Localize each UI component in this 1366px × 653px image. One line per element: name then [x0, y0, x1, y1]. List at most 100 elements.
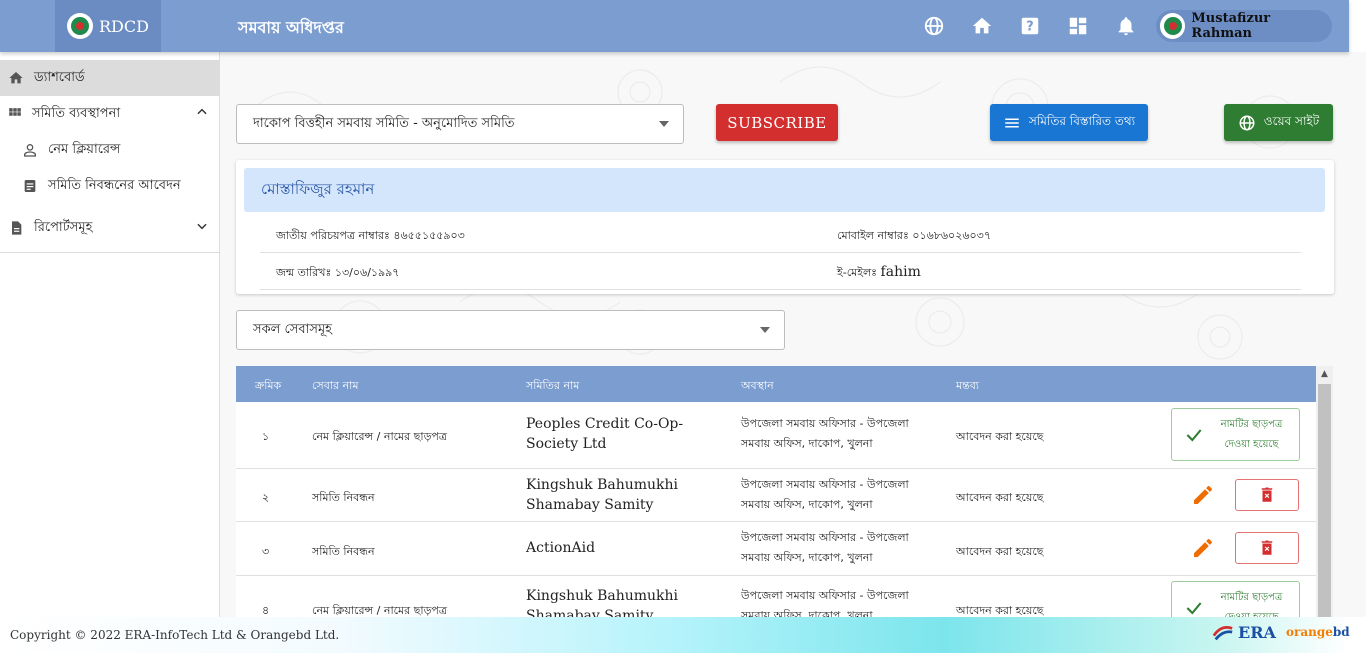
- row-location: উপজেলা সমবায় অফিসার - উপজেলা সমবায় অফি…: [741, 589, 909, 617]
- sidebar-item-name-clearance[interactable]: নেম ক্লিয়ারেন্স: [0, 132, 219, 168]
- row-society[interactable]: ActionAid: [526, 538, 696, 558]
- row-service: নেম ক্লিয়ারেন্স / নামের ছাড়পত্র: [312, 430, 447, 443]
- member-name: মোস্তাফিজুর রহমান: [244, 168, 1325, 212]
- society-select[interactable]: দাকোপ বিত্তহীন সমবায় সমিতি - অনুমোদিত স…: [236, 104, 684, 144]
- row-service: নেম ক্লিয়ারেন্স / নামের ছাড়পত্র: [312, 604, 447, 617]
- row-comment: আবেদন করা হয়েছে: [956, 430, 1044, 443]
- row-comment: আবেদন করা হয়েছে: [956, 545, 1044, 558]
- row-service: সমিতি নিবন্ধন: [312, 545, 375, 558]
- footer: Copyright © 2022 ERA-InfoTech Ltd & Oran…: [0, 617, 1350, 653]
- header-service: সেবার নাম: [312, 379, 359, 392]
- delete-button[interactable]: [1235, 532, 1299, 564]
- delete-icon: [1261, 540, 1273, 555]
- website-button[interactable]: ওয়েব সাইট: [1224, 104, 1333, 141]
- era-logo: ERA: [1212, 622, 1276, 642]
- subscribe-button[interactable]: SUBSCRIBE: [716, 104, 838, 141]
- society-details-label: সমিতির বিস্তারিত তথ্য: [1028, 113, 1136, 128]
- grid-icon: [9, 108, 21, 116]
- approved-label: নামটির ছাড়পত্র দেওয়া হয়েছে: [1220, 418, 1283, 450]
- orangebd-logo-part1: orange: [1286, 625, 1333, 639]
- menu-icon: [1005, 118, 1019, 127]
- row-society[interactable]: Kingshuk Bahumukhi Shamabay Samity: [526, 475, 696, 515]
- sidebar-item-label: সমিতি নিবন্ধনের আবেদন: [48, 177, 181, 193]
- mobile-number: মোবাইল নাম্বারঃ ০১৬৮৬০২৬০৩৭: [837, 229, 991, 242]
- row-society[interactable]: Peoples Credit Co-Op-Society Ltd: [526, 414, 696, 454]
- sidebar-item-society-management[interactable]: সমিতি ব্যবস্থাপনা: [0, 96, 219, 132]
- app-title: সমবায় অধিদপ্তর: [238, 18, 344, 37]
- row-location: উপজেলা সমবায় অফিসার - উপজেলা সমবায় অফি…: [741, 531, 909, 564]
- sidebar-item-label: রিপোর্টসমূহ: [34, 219, 93, 235]
- chevron-down-icon: [760, 327, 770, 333]
- society-details-button[interactable]: সমিতির বিস্তারিত তথ্য: [990, 104, 1148, 141]
- globe-icon: [1239, 115, 1255, 130]
- user-name: Mustafizur Rahman: [1191, 11, 1271, 41]
- era-logo-text: ERA: [1238, 622, 1276, 642]
- help-icon[interactable]: ?: [1018, 12, 1042, 40]
- report-icon: [12, 221, 22, 235]
- website-label: ওয়েব সাইট: [1263, 113, 1320, 128]
- globe-icon[interactable]: [922, 12, 946, 40]
- row-location: উপজেলা সমবায় অফিসার - উপজেলা সমবায় অফি…: [741, 417, 909, 450]
- member-profile-card: মোস্তাফিজুর রহমান জাতীয় পরিচয়পত্র নাম্…: [236, 160, 1334, 294]
- chevron-up-icon[interactable]: [195, 105, 209, 123]
- table-scrollbar[interactable]: ▲: [1316, 366, 1333, 617]
- user-profile-chip[interactable]: Mustafizur Rahman: [1156, 10, 1332, 42]
- society-select-value: দাকোপ বিত্তহীন সমবায় সমিতি - অনুমোদিত স…: [253, 115, 515, 131]
- era-swoosh-icon: [1212, 626, 1233, 641]
- header-location: অবস্থান: [741, 379, 774, 392]
- government-emblem-icon: [67, 13, 93, 39]
- row-location: উপজেলা সমবায় অফিসার - উপজেলা সমবায় অফি…: [741, 478, 909, 511]
- sidebar-item-label: ড্যাশবোর্ড: [34, 69, 85, 85]
- service-filter-value: সকল সেবাসমূহ: [253, 321, 333, 337]
- delete-button[interactable]: [1235, 479, 1299, 511]
- sidebar-item-reports[interactable]: রিপোর্টসমূহ: [0, 210, 219, 246]
- service-filter-select[interactable]: সকল সেবাসমূহ: [236, 310, 785, 350]
- header-comment: মন্তব্য: [956, 379, 980, 392]
- sidebar-item-label: নেম ক্লিয়ারেন্স: [48, 141, 121, 157]
- avatar: [1160, 13, 1186, 39]
- scroll-up-icon[interactable]: ▲: [1319, 369, 1330, 380]
- home-icon[interactable]: [970, 12, 994, 40]
- top-app-bar: RDCD সমবায় অধিদপ্তর ? Mustafizur Rahman: [0, 0, 1349, 52]
- table-row: ৩ সমিতি নিবন্ধন ActionAid উপজেলা সমবায় …: [236, 522, 1317, 576]
- row-serial: ১: [262, 430, 270, 443]
- orangebd-logo: orangebd: [1286, 625, 1350, 639]
- row-comment: আবেদন করা হয়েছে: [956, 491, 1044, 504]
- main-content: দাকোপ বিত্তহীন সমবায় সমিতি - অনুমোদিত স…: [220, 52, 1366, 617]
- header-society: সমিতির নাম: [526, 379, 580, 392]
- name-clearance-approved-button[interactable]: নামটির ছাড়পত্র দেওয়া হয়েছে: [1171, 408, 1300, 461]
- name-clearance-approved-button[interactable]: নামটির ছাড়পত্র দেওয়া হয়েছে: [1171, 581, 1300, 617]
- delete-icon: [1261, 487, 1273, 502]
- bell-icon[interactable]: [1114, 12, 1138, 40]
- row-serial: ৩: [262, 545, 270, 558]
- approved-label: নামটির ছাড়পত্র দেওয়া হয়েছে: [1220, 591, 1283, 618]
- edit-icon[interactable]: [1191, 536, 1215, 560]
- row-serial: ২: [262, 491, 270, 504]
- chevron-down-icon: [659, 121, 669, 127]
- table-header: ক্রমিক সেবার নাম সমিতির নাম অবস্থান মন্ত…: [236, 366, 1317, 402]
- sidebar-item-dashboard[interactable]: ড্যাশবোর্ড: [0, 60, 219, 96]
- copyright-text: Copyright © 2022 ERA-InfoTech Ltd & Oran…: [10, 628, 340, 642]
- table-row: ২ সমিতি নিবন্ধন Kingshuk Bahumukhi Shama…: [236, 469, 1317, 522]
- person-icon: [24, 144, 36, 157]
- chevron-down-icon[interactable]: [195, 219, 209, 237]
- edit-icon[interactable]: [1191, 483, 1215, 507]
- sidebar-item-society-registration[interactable]: সমিতি নিবন্ধনের আবেদন: [0, 168, 219, 204]
- row-comment: আবেদন করা হয়েছে: [956, 604, 1044, 617]
- date-of-birth: জন্ম তারিখঃ ১৩/০৬/১৯৯৭: [276, 266, 400, 279]
- scrollbar-thumb[interactable]: [1318, 384, 1331, 617]
- brand-logo[interactable]: RDCD: [55, 0, 161, 52]
- row-service: সমিতি নিবন্ধন: [312, 491, 375, 504]
- document-icon: [24, 180, 36, 192]
- table-row: ১ নেম ক্লিয়ারেন্স / নামের ছাড়পত্র Peop…: [236, 402, 1317, 469]
- check-icon: [1186, 428, 1202, 442]
- profile-row-2: জন্ম তারিখঃ ১৩/০৬/১৯৯৭ ই-মেইলঃ fahim: [260, 252, 1301, 290]
- profile-row-1: জাতীয় পরিচয়পত্র নাম্বারঃ ৪৬৫৫১৫৫৯০৩ মো…: [260, 215, 1301, 253]
- applications-table: ক্রমিক সেবার নাম সমিতির নাম অবস্থান মন্ত…: [236, 366, 1317, 617]
- check-icon: [1186, 601, 1202, 615]
- dashboard-grid-icon[interactable]: [1066, 12, 1090, 40]
- svg-text:?: ?: [1026, 20, 1033, 35]
- table-row: ৪ নেম ক্লিয়ারেন্স / নামের ছাড়পত্র King…: [236, 576, 1317, 617]
- row-society[interactable]: Kingshuk Bahumukhi Shamabay Samity: [526, 586, 696, 617]
- row-serial: ৪: [262, 604, 270, 617]
